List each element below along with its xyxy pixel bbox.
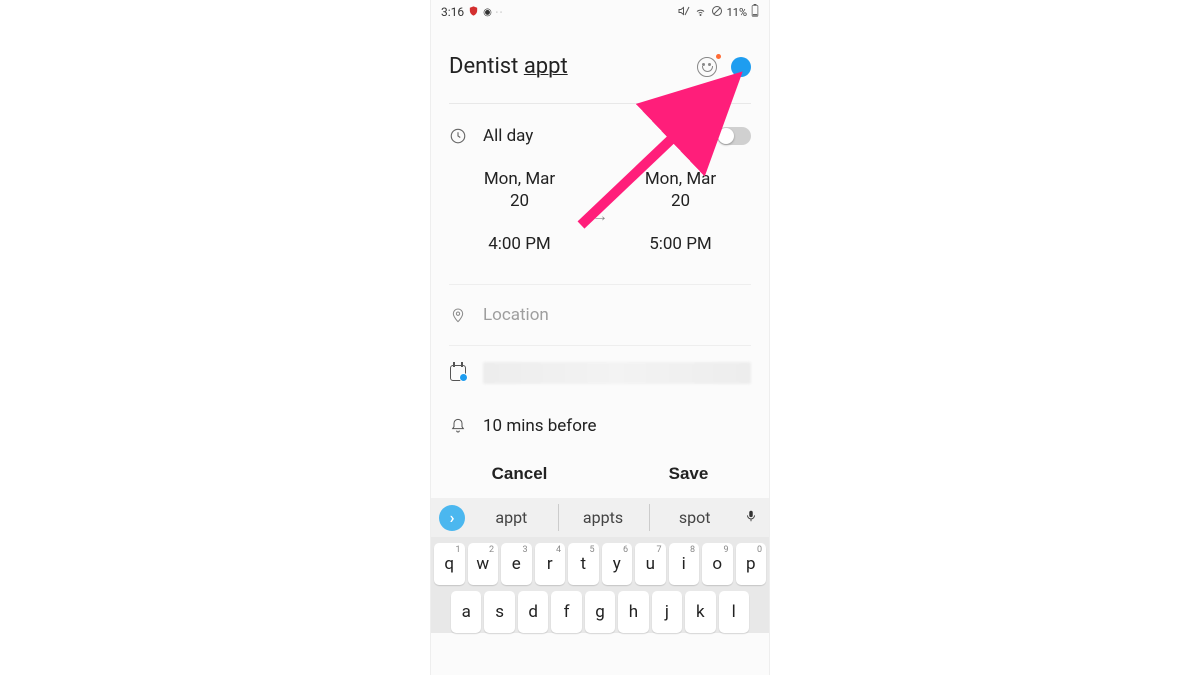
suggestion-1[interactable]: appt — [467, 504, 556, 531]
bell-icon — [449, 417, 467, 435]
suggestion-3[interactable]: spot — [649, 504, 739, 531]
wifi-icon — [694, 5, 707, 20]
mic-button[interactable] — [741, 507, 761, 529]
location-pin-icon — [449, 306, 467, 324]
status-bar: 3:16 ◉ · · 11% — [431, 0, 769, 24]
keyboard-suggestions: › appt appts spot — [431, 498, 769, 537]
event-title-row: Dentist appt — [449, 54, 751, 104]
key-g[interactable]: g — [585, 591, 615, 633]
event-color-button[interactable] — [731, 57, 751, 77]
status-icon: ◉ — [483, 7, 492, 18]
chevron-right-icon: › — [450, 508, 455, 527]
start-datetime[interactable]: Mon, Mar 20 4:00 PM — [455, 168, 584, 254]
key-a[interactable]: a — [451, 591, 481, 633]
location-placeholder: Location — [483, 305, 549, 325]
calendar-account-blurred — [483, 362, 751, 384]
microphone-icon — [744, 510, 758, 529]
end-time[interactable]: 5:00 PM — [616, 234, 745, 254]
key-p[interactable]: p0 — [736, 543, 767, 585]
status-time: 3:16 — [441, 5, 464, 19]
key-h[interactable]: h — [618, 591, 648, 633]
expand-suggestions-button[interactable]: › — [439, 505, 465, 531]
key-o[interactable]: o9 — [702, 543, 733, 585]
status-dots-icon: · · — [496, 8, 502, 17]
start-time[interactable]: 4:00 PM — [455, 234, 584, 254]
end-date-line2: 20 — [616, 190, 745, 212]
datetime-row: Mon, Mar 20 4:00 PM → Mon, Mar 20 5:00 P… — [449, 146, 751, 258]
start-date-line2: 20 — [455, 190, 584, 212]
cancel-button[interactable]: Cancel — [492, 464, 548, 484]
key-s[interactable]: s — [484, 591, 514, 633]
key-y[interactable]: y6 — [602, 543, 633, 585]
battery-text: 11% — [727, 6, 747, 19]
all-day-toggle[interactable] — [717, 127, 751, 145]
reminder-label: 10 mins before — [483, 416, 597, 436]
start-date-line1: Mon, Mar — [455, 168, 584, 190]
key-k[interactable]: k — [685, 591, 715, 633]
mute-icon — [678, 5, 690, 20]
key-q[interactable]: q1 — [434, 543, 465, 585]
key-l[interactable]: l — [719, 591, 749, 633]
key-f[interactable]: f — [551, 591, 581, 633]
shield-icon — [468, 5, 479, 20]
key-j[interactable]: j — [652, 591, 682, 633]
no-sim-icon — [711, 5, 723, 20]
keyboard: q1w2e3r4t5y6u7i8o9p0 asdfghjkl — [431, 537, 769, 633]
action-bar: Cancel Save — [431, 454, 769, 498]
battery-icon — [751, 4, 759, 20]
key-d[interactable]: d — [518, 591, 548, 633]
calendar-icon — [449, 364, 467, 382]
suggestion-2[interactable]: appts — [558, 504, 648, 531]
location-row[interactable]: Location — [449, 285, 751, 346]
phone-screen: 3:16 ◉ · · 11% Denti — [430, 0, 770, 675]
key-i[interactable]: i8 — [669, 543, 700, 585]
emoji-button[interactable] — [697, 57, 717, 77]
key-w[interactable]: w2 — [468, 543, 499, 585]
key-t[interactable]: t5 — [568, 543, 599, 585]
event-title-input[interactable]: Dentist appt — [449, 54, 568, 79]
all-day-row: All day — [449, 104, 751, 146]
end-datetime[interactable]: Mon, Mar 20 5:00 PM — [616, 168, 745, 254]
notification-dot-icon — [716, 54, 721, 59]
smiley-icon — [697, 57, 717, 77]
arrow-right-icon: → — [584, 206, 616, 226]
title-text-prefix: Dentist — [449, 54, 524, 79]
calendar-account-row[interactable] — [449, 346, 751, 400]
key-u[interactable]: u7 — [635, 543, 666, 585]
title-text-suffix: appt — [524, 54, 568, 79]
end-date-line1: Mon, Mar — [616, 168, 745, 190]
all-day-label: All day — [483, 126, 533, 146]
clock-icon — [449, 127, 467, 145]
key-r[interactable]: r4 — [535, 543, 566, 585]
save-button[interactable]: Save — [669, 464, 709, 484]
reminder-row[interactable]: 10 mins before — [449, 400, 751, 454]
key-e[interactable]: e3 — [501, 543, 532, 585]
